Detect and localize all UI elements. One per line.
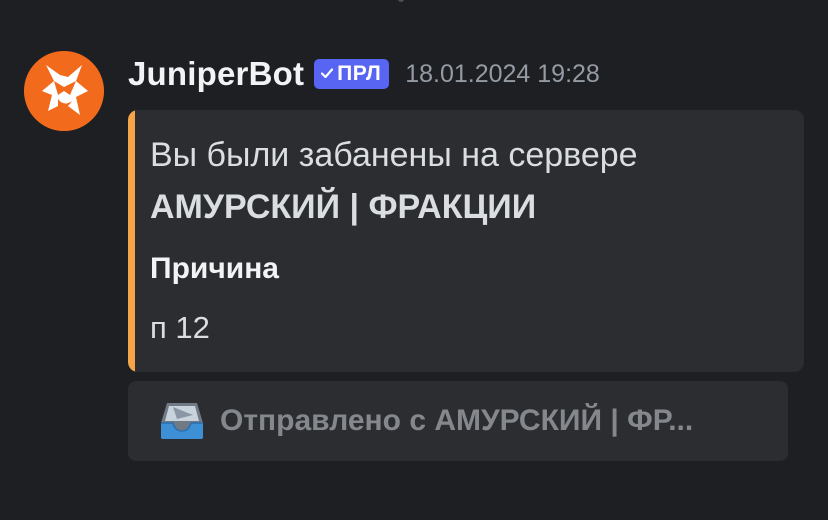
embed-accent-bar	[128, 110, 135, 372]
embed-field-name: Причина	[150, 252, 279, 285]
bot-tag-label: ПРЛ	[337, 62, 382, 85]
embed-field-value: п 12	[150, 310, 210, 345]
author-name[interactable]: JuniperBot	[128, 55, 304, 93]
fox-avatar-icon[interactable]	[24, 51, 104, 131]
message-timestamp[interactable]: 18.01.2024 19:28	[405, 60, 600, 89]
message-header: JuniperBot ПРЛ 18.01.2024 19:28	[128, 52, 600, 96]
checkmark-icon	[320, 62, 334, 86]
embed-description-line1: Вы были забанены на сервере	[150, 136, 638, 174]
embed-description-line2: АМУРСКИЙ | ФРАКЦИИ	[150, 188, 537, 226]
sent-from-server-label: Отправлено с АМУРСКИЙ | ФР...	[220, 404, 694, 437]
chat-message: JuniperBot ПРЛ 18.01.2024 19:28 Вы были …	[0, 0, 828, 520]
message-embed: Вы были забанены на сервере АМУРСКИЙ | Ф…	[128, 110, 804, 372]
bot-tag: ПРЛ	[314, 59, 390, 89]
inbox-tray-icon	[158, 401, 206, 441]
sent-from-server-button[interactable]: Отправлено с АМУРСКИЙ | ФР...	[128, 381, 788, 461]
divider-dot	[398, 0, 404, 2]
